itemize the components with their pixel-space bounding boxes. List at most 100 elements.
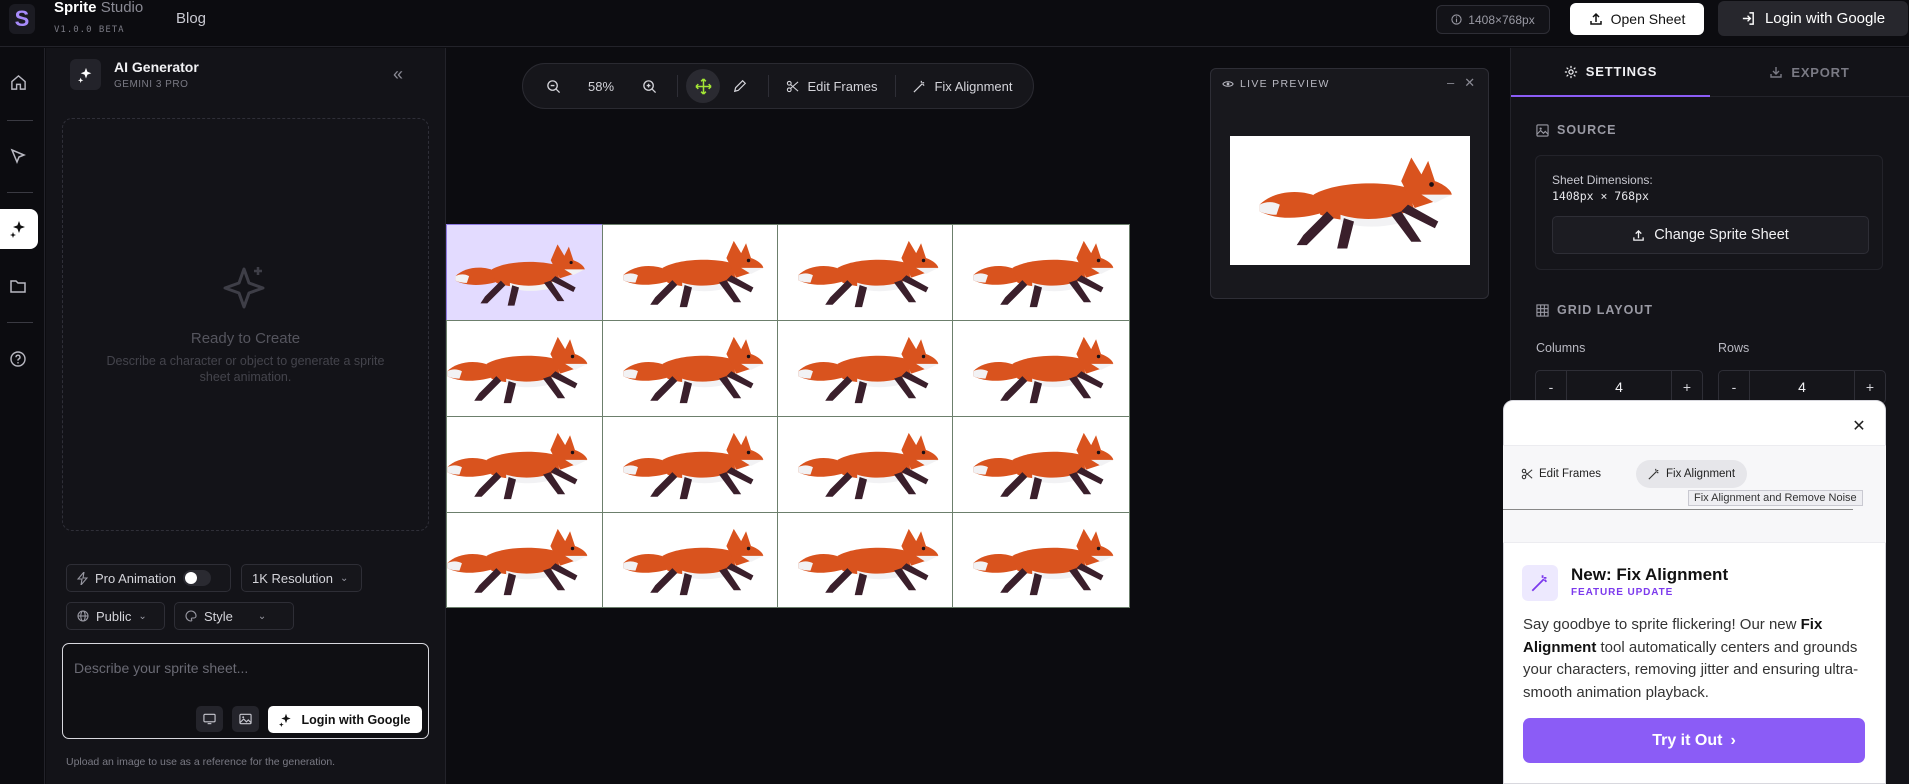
sprite-sheet[interactable] — [446, 224, 1130, 608]
sprite-frame[interactable] — [446, 224, 603, 321]
empty-state-desc: Describe a character or object to genera… — [106, 354, 385, 384]
columns-decrement-button[interactable]: - — [1536, 379, 1566, 395]
gear-icon — [1564, 65, 1577, 78]
rail-divider — [7, 322, 33, 323]
eye-icon — [1222, 81, 1234, 87]
zoom-in-icon[interactable] — [629, 70, 669, 102]
generate-login-button[interactable]: Login with Google — [268, 706, 422, 733]
monitor-icon[interactable] — [196, 706, 223, 732]
rows-increment-button[interactable]: + — [1855, 379, 1885, 395]
toggle-switch[interactable] — [182, 570, 211, 586]
resolution-select[interactable]: 1K Resolution ⌄ — [241, 564, 362, 592]
sprite-frame[interactable] — [952, 320, 1130, 417]
columns-label: Columns — [1536, 341, 1586, 355]
sparkle-placeholder-icon — [223, 267, 265, 309]
style-select[interactable]: Style ⌄ — [174, 602, 294, 630]
sparkles-icon[interactable] — [0, 209, 38, 249]
sprite-frame[interactable] — [602, 416, 778, 513]
chevron-right-icon: › — [1730, 731, 1736, 749]
rail-divider — [7, 192, 33, 193]
image-icon — [1536, 123, 1549, 137]
help-icon[interactable] — [0, 341, 36, 377]
prompt-input[interactable] — [74, 658, 404, 678]
preview-animation-frame — [1230, 136, 1470, 265]
app-logo[interactable]: S — [9, 4, 35, 34]
source-section-title: SOURCE — [1536, 123, 1616, 137]
grid-icon — [1536, 303, 1549, 317]
scissors-icon — [1521, 468, 1533, 480]
preview-fix-alignment-button: Fix Alignment — [1636, 460, 1748, 488]
sheet-dimensions-label: Sheet Dimensions: — [1552, 173, 1653, 187]
preview-edit-frames-button: Edit Frames — [1509, 460, 1613, 488]
sprite-frame[interactable] — [952, 416, 1130, 513]
app-version: V1.0.0 BETA — [54, 25, 125, 35]
folder-icon[interactable] — [0, 268, 36, 304]
app-brand: Sprite Studio — [54, 0, 144, 16]
change-sprite-sheet-button[interactable]: Change Sprite Sheet — [1552, 216, 1869, 254]
nav-blog-link[interactable]: Blog — [176, 10, 206, 27]
rows-stepper[interactable]: - 4 + — [1718, 370, 1886, 404]
pro-animation-toggle[interactable]: Pro Animation — [66, 564, 231, 592]
fix-alignment-button[interactable]: Fix Alignment — [904, 70, 1022, 102]
sprite-frame[interactable] — [777, 416, 953, 513]
download-icon — [1770, 67, 1783, 78]
rows-decrement-button[interactable]: - — [1719, 379, 1749, 395]
generator-title: AI Generator — [114, 59, 199, 75]
home-icon[interactable] — [0, 64, 36, 100]
open-sheet-button[interactable]: Open Sheet — [1570, 3, 1704, 35]
sprite-frame[interactable] — [952, 224, 1130, 321]
zoom-out-icon[interactable] — [533, 70, 573, 102]
move-tool-icon[interactable] — [686, 69, 720, 103]
sprite-frame[interactable] — [777, 224, 953, 321]
columns-stepper[interactable]: - 4 + — [1535, 370, 1703, 404]
chevron-down-icon: ⌄ — [257, 610, 267, 622]
sheet-dimensions-value: 1408px × 768px — [1552, 189, 1649, 203]
preview-divider — [1503, 509, 1853, 510]
toolbar-divider — [768, 75, 769, 97]
globe-icon — [77, 610, 89, 622]
image-upload-icon[interactable] — [232, 706, 259, 732]
rail-divider — [7, 120, 33, 121]
pencil-tool-icon[interactable] — [720, 70, 760, 102]
toolbar-divider — [677, 75, 678, 97]
sprite-frame[interactable] — [777, 320, 953, 417]
toolbar-divider — [895, 75, 896, 97]
minimize-icon[interactable]: – — [1447, 75, 1454, 91]
sprite-frame[interactable] — [446, 512, 603, 608]
sprite-frame[interactable] — [446, 320, 603, 417]
rows-value[interactable]: 4 — [1749, 371, 1855, 403]
magic-wand-icon — [1522, 565, 1558, 601]
chevron-down-icon: ⌄ — [339, 572, 349, 584]
tab-settings[interactable]: SETTINGS — [1511, 48, 1710, 97]
try-it-out-button[interactable]: Try it Out › — [1523, 718, 1865, 763]
rows-label: Rows — [1718, 341, 1750, 355]
tab-export[interactable]: EXPORT — [1710, 48, 1909, 97]
generator-model: GEMINI 3 PRO — [114, 79, 189, 90]
login-icon — [1742, 12, 1754, 25]
generation-result-area — [62, 118, 429, 531]
close-icon[interactable]: ✕ — [1464, 75, 1475, 91]
cursor-icon[interactable] — [0, 138, 36, 174]
magic-wand-icon — [913, 80, 926, 92]
columns-value[interactable]: 4 — [1566, 371, 1672, 403]
sprite-frame[interactable] — [602, 320, 778, 417]
chevron-down-icon: ⌄ — [138, 610, 147, 622]
edit-frames-button[interactable]: Edit Frames — [777, 70, 887, 102]
close-icon[interactable]: ✕ — [1848, 415, 1870, 437]
scissors-icon — [787, 80, 799, 92]
feature-title: New: Fix Alignment — [1571, 565, 1729, 584]
sprite-frame[interactable] — [446, 416, 603, 513]
upload-icon — [1589, 12, 1602, 25]
visibility-select[interactable]: Public ⌄ — [66, 602, 165, 630]
login-with-google-button[interactable]: Login with Google — [1718, 1, 1908, 36]
sprite-frame[interactable] — [777, 512, 953, 608]
sprite-frame[interactable] — [952, 512, 1130, 608]
bolt-icon — [77, 571, 88, 585]
empty-state-title: Ready to Create — [190, 330, 301, 347]
feature-subtitle: FEATURE UPDATE — [1571, 587, 1674, 598]
sprite-frame[interactable] — [602, 512, 778, 608]
sprite-frame[interactable] — [602, 224, 778, 321]
columns-increment-button[interactable]: + — [1672, 379, 1702, 395]
collapse-panel-icon[interactable]: « — [393, 64, 403, 85]
upload-icon — [1633, 229, 1644, 241]
